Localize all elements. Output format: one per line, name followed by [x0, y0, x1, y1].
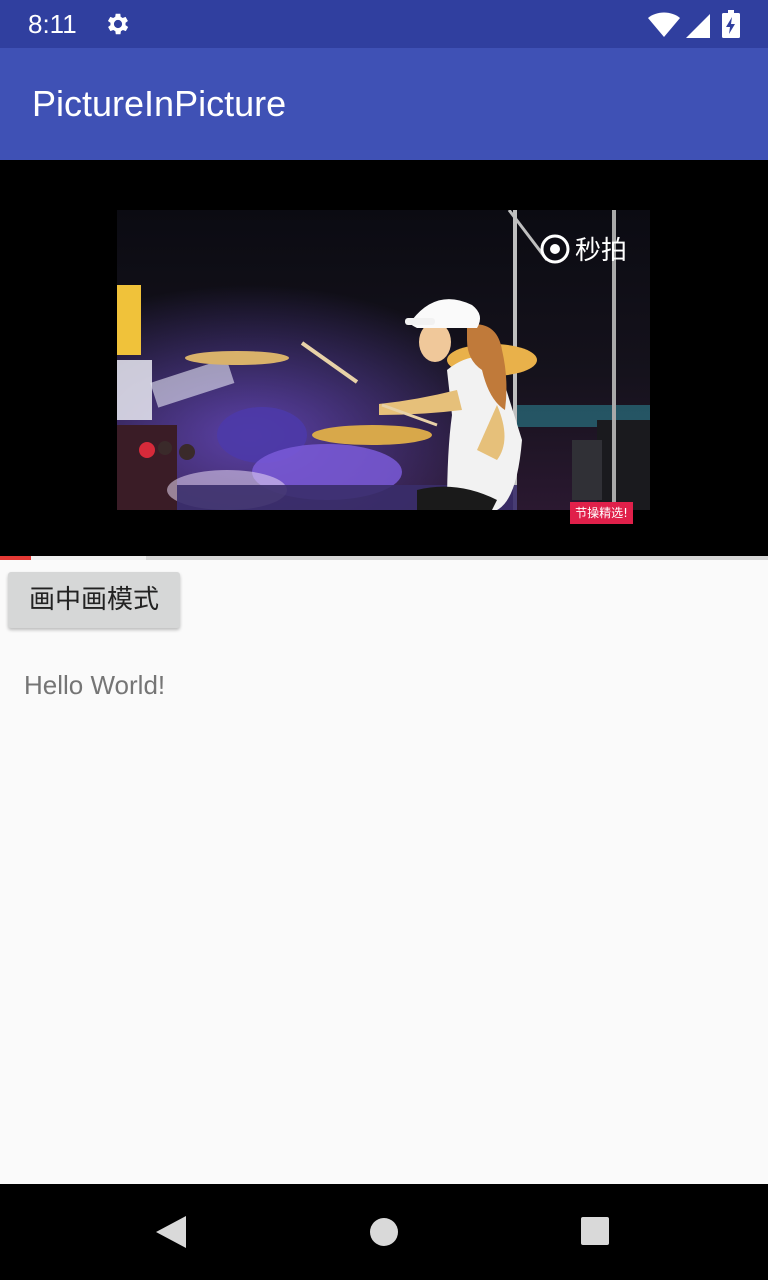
home-icon[interactable]: [368, 1216, 400, 1248]
wifi-icon: [648, 12, 680, 37]
video-frame: 秒拍: [117, 210, 650, 510]
video-player[interactable]: 秒拍 节操精选!: [0, 160, 768, 558]
video-progress-bar[interactable]: [0, 556, 768, 560]
gear-icon: [107, 13, 129, 35]
back-icon[interactable]: [154, 1214, 188, 1250]
watermark-bottom: 节操精选!: [570, 503, 633, 524]
video-progress-played: [0, 556, 31, 560]
navigation-bar: [0, 1184, 768, 1280]
hello-text: Hello World!: [24, 670, 166, 700]
recents-icon[interactable]: [580, 1216, 610, 1246]
cell-signal-icon: [686, 14, 710, 38]
app-title: PictureInPicture: [32, 83, 287, 124]
battery-charging-icon: [722, 10, 740, 38]
app-bar: PictureInPicture: [0, 48, 768, 160]
watermark-top: 秒拍: [575, 236, 627, 266]
status-time: 8:11: [28, 9, 77, 39]
status-bar: 8:11: [0, 0, 768, 48]
picture-in-picture-button[interactable]: 画中画模式: [8, 572, 180, 628]
